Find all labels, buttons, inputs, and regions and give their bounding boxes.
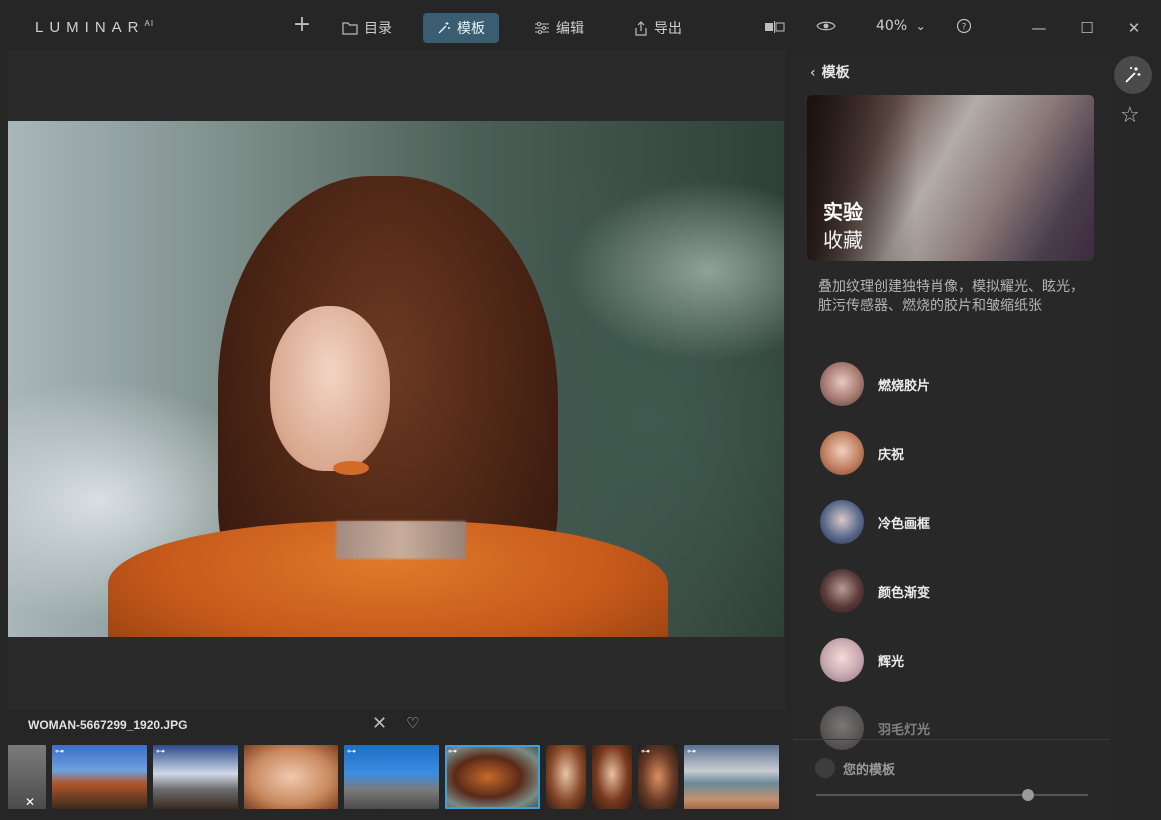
photo-face — [270, 306, 390, 471]
tab-edit-label: 编辑 — [556, 21, 584, 37]
minimize-button[interactable]: — — [1029, 18, 1049, 38]
thumb-2-mountain[interactable]: ⊶ — [52, 745, 147, 809]
template-item-glow[interactable]: 辉光 — [820, 637, 904, 683]
preview-button[interactable] — [816, 18, 836, 38]
back-label: 模板 — [821, 65, 850, 81]
photo-lips — [333, 461, 369, 475]
adjust-icon: ⊶ — [347, 747, 356, 757]
adjust-icon: ⊶ — [687, 747, 696, 757]
thumb-3-sky[interactable]: ⊶ — [153, 745, 238, 809]
chevron-down-icon: ⌄ — [915, 19, 926, 33]
share-icon — [635, 20, 647, 36]
chevron-left-icon: ‹ — [810, 65, 816, 81]
templates-rail-icon — [1125, 67, 1141, 83]
tab-templates-label: 模板 — [457, 21, 485, 37]
export-label: 导出 — [654, 21, 682, 37]
thumb-7-portrait[interactable] — [546, 745, 586, 809]
template-label: 燃烧胶片 — [878, 378, 931, 394]
file-name: WOMAN-5667299_1920.JPG — [28, 718, 188, 732]
remove-thumb-button[interactable]: ✕ — [25, 795, 35, 809]
template-label: 辉光 — [878, 654, 905, 670]
tab-templates[interactable]: 模板 — [423, 13, 499, 43]
template-thumb — [820, 362, 864, 406]
photo-blurred-patch — [336, 521, 466, 559]
template-thumb — [820, 569, 864, 613]
adjust-icon: ⊶ — [55, 747, 64, 757]
top-toolbar: LUMINARAI + 目录 模板 编辑 导出 40% ⌄ ? — ☐ ✕ — [8, 6, 1158, 50]
eye-icon — [816, 21, 836, 31]
template-label: 冷色画框 — [878, 516, 931, 532]
your-templates-label: 您的模板 — [843, 762, 896, 778]
tab-catalog-label: 目录 — [364, 21, 392, 37]
magic-wand-icon — [438, 22, 450, 34]
star-icon[interactable]: ☆ — [1120, 103, 1140, 128]
tab-catalog[interactable]: 目录 — [342, 13, 392, 43]
template-thumb — [820, 500, 864, 544]
template-item-burned-film[interactable]: 燃烧胶片 — [820, 361, 930, 407]
add-photos-button[interactable]: + — [292, 14, 312, 36]
close-image-button[interactable]: ✕ — [372, 713, 387, 734]
app-window: LUMINARAI + 目录 模板 编辑 导出 40% ⌄ ? — ☐ ✕ WO… — [0, 0, 1161, 820]
app-logo: LUMINARAI — [35, 19, 155, 36]
thumb-4-portrait[interactable] — [244, 745, 338, 809]
right-rail — [1111, 50, 1159, 820]
template-thumb — [820, 431, 864, 475]
thumb-8-portrait[interactable] — [592, 745, 632, 809]
main-photo[interactable] — [8, 121, 784, 637]
thumb-10-beach[interactable]: ⊶ — [684, 745, 779, 809]
favorite-button[interactable]: ♡ — [406, 714, 419, 732]
zoom-value: 40% — [876, 18, 908, 34]
slider-knob[interactable] — [1022, 789, 1034, 801]
hero-title-2: 收藏 — [823, 228, 863, 252]
export-button[interactable]: 导出 — [634, 13, 682, 43]
hero-title-1: 实验 — [823, 200, 863, 224]
template-item-celebration[interactable]: 庆祝 — [820, 430, 904, 476]
svg-text:?: ? — [962, 23, 967, 33]
panel-divider — [793, 739, 1109, 740]
template-item-cool-frame[interactable]: 冷色画框 — [820, 499, 930, 545]
thumb-9-portrait[interactable]: ⊶ — [638, 745, 678, 809]
template-label: 颜色渐变 — [878, 585, 931, 601]
thumb-5-road[interactable]: ⊶ — [344, 745, 439, 809]
template-thumb — [820, 706, 864, 750]
template-label: 羽毛灯光 — [878, 722, 931, 738]
template-label: 庆祝 — [878, 447, 905, 463]
back-button[interactable]: ‹ 模板 — [810, 62, 850, 82]
templates-scroll-slider[interactable] — [816, 794, 1088, 796]
adjust-icon: ⊶ — [641, 747, 650, 757]
zoom-dropdown[interactable]: 40% ⌄ — [876, 18, 926, 34]
template-thumb — [820, 638, 864, 682]
magic-wand-icon[interactable] — [1114, 56, 1152, 94]
adjust-icon: ⊶ — [448, 747, 457, 757]
compare-icon — [765, 21, 785, 33]
help-icon: ? — [956, 18, 972, 34]
thumb-6-woman[interactable]: ⊶ — [445, 745, 540, 809]
filmstrip: ⊶ ⊶ ⊶ ⊶ ⊶ ⊶ — [8, 745, 785, 809]
template-item-feather-light[interactable]: 羽毛灯光 — [820, 705, 930, 751]
maximize-button[interactable]: ☐ — [1077, 18, 1097, 38]
your-templates-icon — [815, 758, 835, 778]
adjust-icon: ⊶ — [156, 747, 165, 757]
close-button[interactable]: ✕ — [1124, 18, 1144, 38]
your-templates-button[interactable]: 您的模板 — [815, 758, 895, 778]
template-item-color-gradient[interactable]: 颜色渐变 — [820, 568, 930, 614]
help-button[interactable]: ? — [954, 18, 974, 38]
folder-icon — [342, 22, 358, 35]
sliders-icon — [535, 21, 549, 35]
collection-description: 叠加纹理创建独特肖像，模拟耀光、眩光，脏污传感器、燃烧的胶片和皱缩纸张 — [818, 279, 1084, 314]
tab-edit[interactable]: 编辑 — [534, 13, 584, 43]
compare-button[interactable] — [764, 18, 785, 38]
